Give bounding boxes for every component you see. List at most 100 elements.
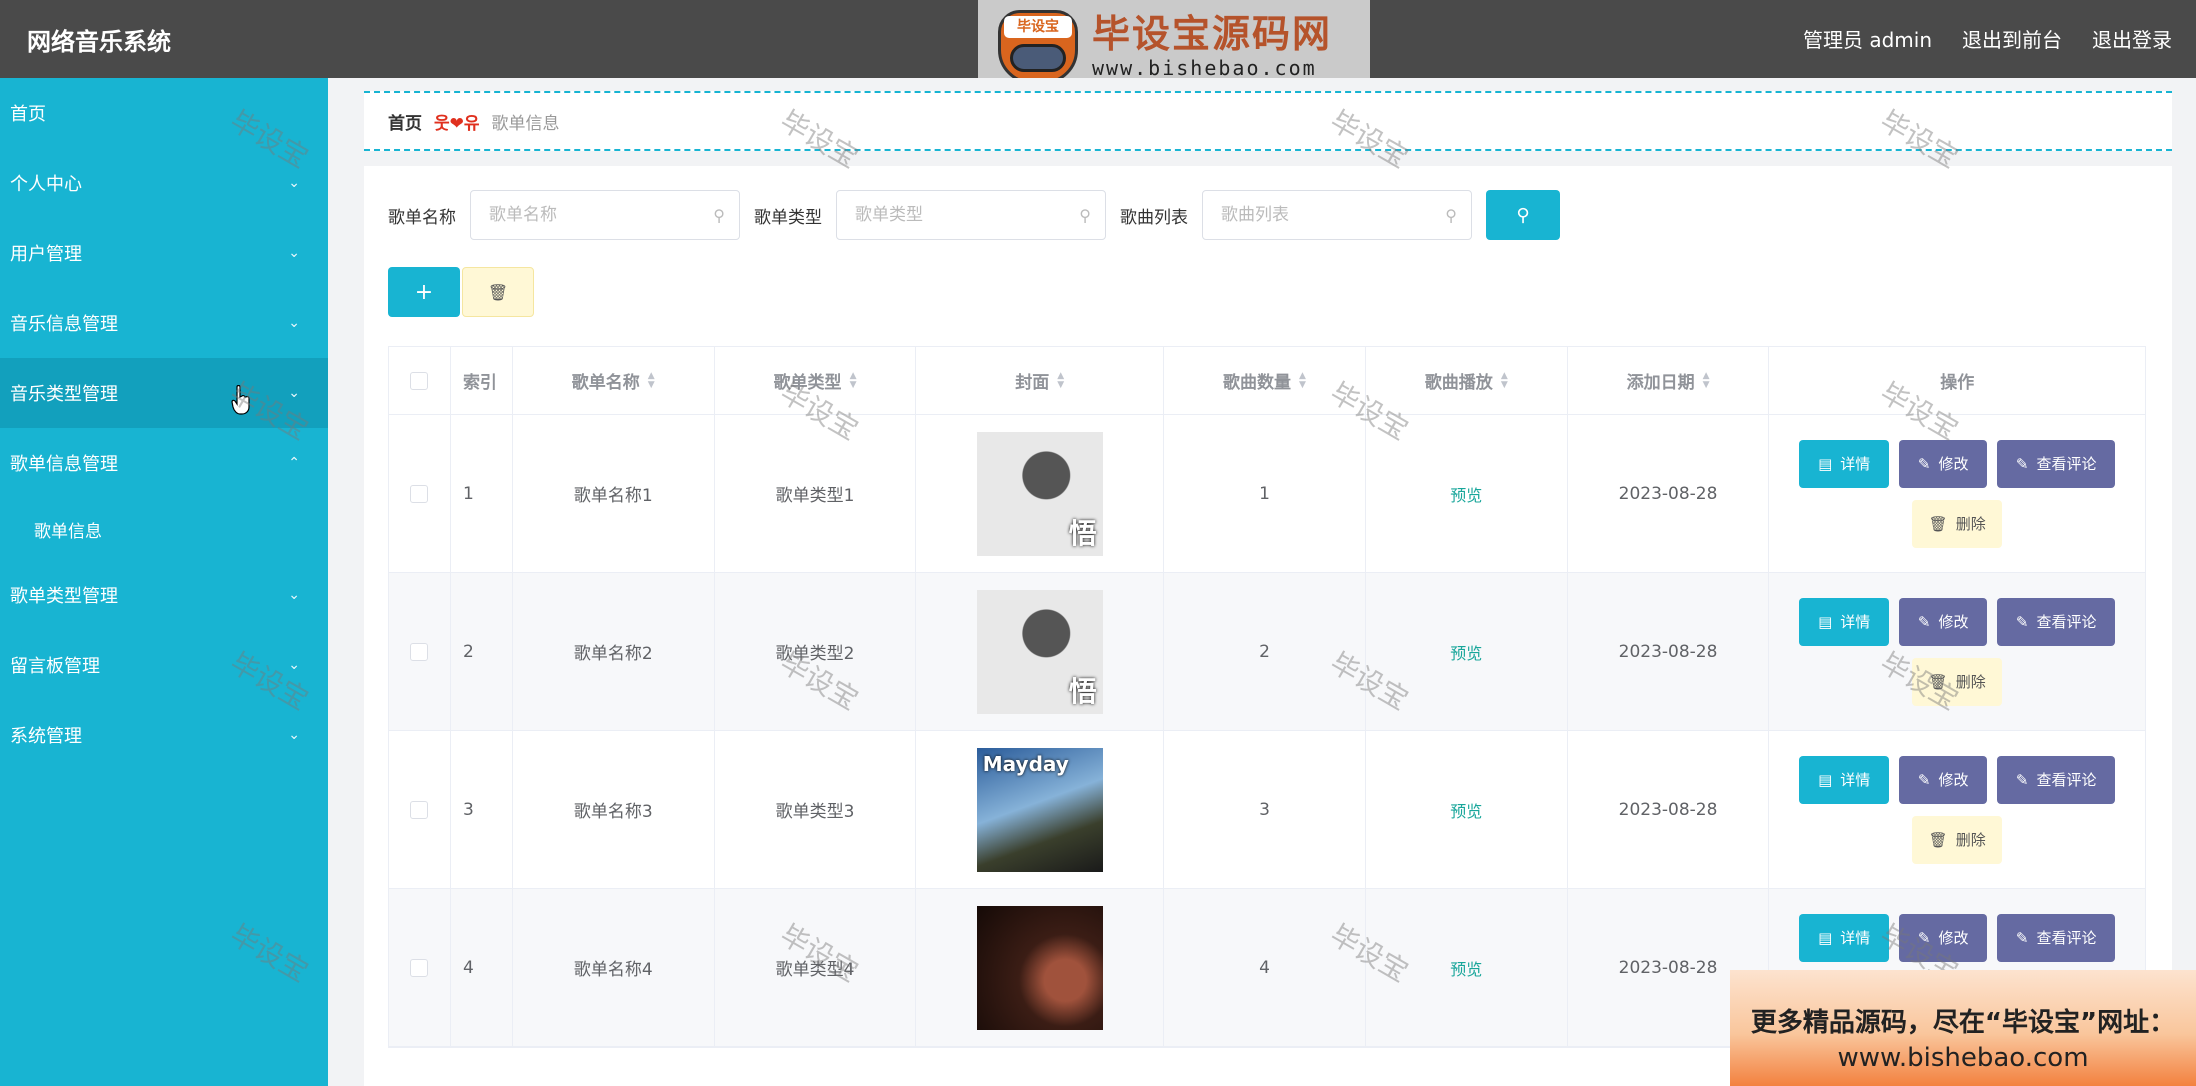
delete-button[interactable]: 🗑 删除: [1912, 499, 2003, 548]
sidebar-subitem-playlist[interactable]: 歌单信息: [0, 498, 328, 560]
preview-link[interactable]: 预览: [1450, 798, 1482, 822]
chevron-down-icon: ⌄: [288, 587, 300, 603]
cover-image[interactable]: [976, 905, 1103, 1030]
search-button[interactable]: ⚲: [1486, 190, 1560, 240]
header-type[interactable]: 歌单类型 ▲ ▼: [715, 347, 917, 414]
sort-icon[interactable]: ▲ ▼: [1057, 371, 1064, 390]
cover-image[interactable]: 悟: [976, 589, 1103, 714]
header-date[interactable]: 添加日期 ▲ ▼: [1568, 347, 1770, 414]
cell-name: 歌单名称1: [513, 415, 715, 572]
sidebar-item-message-board[interactable]: 留言板管理 ⌄: [0, 630, 328, 700]
add-button[interactable]: +: [388, 267, 460, 317]
edit-button[interactable]: ✎ 修改: [1899, 597, 1988, 646]
sidebar-item-users[interactable]: 用户管理 ⌄: [0, 218, 328, 288]
view-comments-button[interactable]: ✎ 查看评论: [1997, 755, 2116, 804]
header-date-label: 添加日期: [1626, 373, 1695, 393]
breadcrumb-home[interactable]: 首页: [388, 109, 422, 134]
sort-icon[interactable]: ▲ ▼: [850, 371, 857, 390]
trash-icon: 🗑: [1928, 514, 1948, 533]
row-checkbox[interactable]: [410, 642, 429, 661]
cell-cover: 悟: [916, 573, 1165, 730]
header-count[interactable]: 歌曲数量 ▲ ▼: [1164, 347, 1366, 414]
sidebar: 首页 个人中心 ⌄ 用户管理 ⌄ 音乐信息管理 ⌄ 音乐类型管理 ⌄ 歌单信息管…: [0, 78, 328, 1086]
header-ops: 操作: [1940, 373, 1975, 393]
sidebar-item-label: 歌单信息管理: [10, 454, 118, 475]
sidebar-item-system[interactable]: 系统管理 ⌄: [0, 700, 328, 770]
detail-button[interactable]: ▤ 详情: [1799, 913, 1890, 962]
cover-image[interactable]: 悟: [976, 431, 1103, 556]
detail-button[interactable]: ▤ 详情: [1799, 597, 1890, 646]
view-comments-button[interactable]: ✎ 查看评论: [1997, 597, 2116, 646]
cell-count: 4: [1164, 889, 1366, 1046]
view-comments-button[interactable]: ✎ 查看评论: [1997, 913, 2116, 962]
cell-play: 预览: [1366, 573, 1568, 730]
cell-cover: Mayday: [916, 731, 1165, 888]
edit-button[interactable]: ✎ 修改: [1899, 755, 1988, 804]
row-checkbox[interactable]: [410, 800, 429, 819]
cover-image[interactable]: Mayday: [976, 747, 1103, 872]
header-count-label: 歌曲数量: [1223, 373, 1292, 393]
delete-button[interactable]: 🗑 删除: [1912, 815, 2003, 864]
comment-label: 查看评论: [2036, 613, 2097, 631]
cell-count: 3: [1164, 731, 1366, 888]
edit-button[interactable]: ✎ 修改: [1899, 913, 1988, 962]
chevron-down-icon: ⌄: [288, 175, 300, 191]
cell-type: 歌单类型4: [715, 889, 917, 1046]
pencil-icon: ✎: [1917, 928, 1931, 947]
exit-to-front-link[interactable]: 退出到前台: [1962, 24, 2062, 53]
song-list-input[interactable]: [1221, 205, 1421, 225]
logo-tag: 毕设宝: [1004, 16, 1072, 38]
select-all-checkbox[interactable]: [410, 371, 429, 390]
cell-count: 2: [1164, 573, 1366, 730]
detail-label: 详情: [1840, 771, 1871, 789]
sidebar-item-label: 音乐类型管理: [10, 384, 118, 405]
banner-line-1: 更多精品源码，尽在“毕设宝”网址：: [1750, 1008, 2176, 1038]
sidebar-item-playlist-info[interactable]: 歌单信息管理 ⌃: [0, 428, 328, 498]
sidebar-item-profile[interactable]: 个人中心 ⌄: [0, 148, 328, 218]
sort-icon[interactable]: ▲ ▼: [1501, 371, 1508, 390]
delete-button[interactable]: 🗑 删除: [1912, 657, 2003, 706]
playlist-type-input[interactable]: [855, 205, 1055, 225]
sidebar-item-label: 留言板管理: [10, 656, 100, 677]
batch-delete-button[interactable]: 🗑: [462, 267, 534, 317]
edit-label: 修改: [1938, 929, 1969, 947]
sidebar-item-music-type[interactable]: 音乐类型管理 ⌄: [0, 358, 328, 428]
header-name[interactable]: 歌单名称 ▲ ▼: [513, 347, 715, 414]
playlist-name-input[interactable]: [489, 205, 689, 225]
song-list-field[interactable]: ⚲: [1202, 190, 1472, 240]
view-comments-button[interactable]: ✎ 查看评论: [1997, 439, 2116, 488]
cell-type: 歌单类型2: [715, 573, 917, 730]
preview-link[interactable]: 预览: [1450, 640, 1482, 664]
edit-label: 修改: [1938, 455, 1969, 473]
sort-icon[interactable]: ▲ ▼: [1299, 371, 1306, 390]
sidebar-item-playlist-type[interactable]: 歌单类型管理 ⌄: [0, 560, 328, 630]
playlist-type-field[interactable]: ⚲: [836, 190, 1106, 240]
preview-link[interactable]: 预览: [1450, 956, 1482, 980]
preview-link[interactable]: 预览: [1450, 482, 1482, 506]
cover-text: 悟: [1068, 516, 1097, 550]
header-play[interactable]: 歌曲播放 ▲ ▼: [1366, 347, 1568, 414]
detail-button[interactable]: ▤ 详情: [1799, 755, 1890, 804]
sidebar-item-music-info[interactable]: 音乐信息管理 ⌄: [0, 288, 328, 358]
sidebar-item-home[interactable]: 首页: [0, 78, 328, 148]
header-cover-label: 封面: [1015, 373, 1050, 393]
detail-button[interactable]: ▤ 详情: [1799, 439, 1890, 488]
sidebar-item-label: 歌单类型管理: [10, 586, 118, 607]
edit-button[interactable]: ✎ 修改: [1899, 439, 1988, 488]
cell-date: 2023-08-28: [1568, 415, 1770, 572]
sidebar-item-label: 个人中心: [10, 174, 82, 195]
sort-icon[interactable]: ▲ ▼: [1703, 371, 1710, 390]
search-icon: ⚲: [1079, 205, 1091, 225]
sort-icon[interactable]: ▲ ▼: [648, 371, 655, 390]
trash-icon: 🗑: [1928, 672, 1948, 691]
playlist-name-field[interactable]: ⚲: [470, 190, 740, 240]
header-cover[interactable]: 封面 ▲ ▼: [916, 347, 1165, 414]
table-body: 1 歌单名称1 歌单类型1 悟 1 预览 2023-08-28 ▤ 详情 ✎ 修改 ✎ 查看评论 🗑 删除 2…: [389, 415, 2145, 1047]
plus-icon: +: [414, 279, 434, 305]
main-area: 首页 웃❤유 歌单信息 歌单名称 ⚲ 歌单类型 ⚲ 歌曲列表 ⚲ ⚲: [328, 78, 2196, 1086]
sidebar-item-label: 首页: [10, 104, 46, 125]
edit-label: 修改: [1938, 613, 1969, 631]
row-checkbox[interactable]: [410, 958, 429, 977]
logout-link[interactable]: 退出登录: [2092, 24, 2172, 53]
row-checkbox[interactable]: [410, 484, 429, 503]
